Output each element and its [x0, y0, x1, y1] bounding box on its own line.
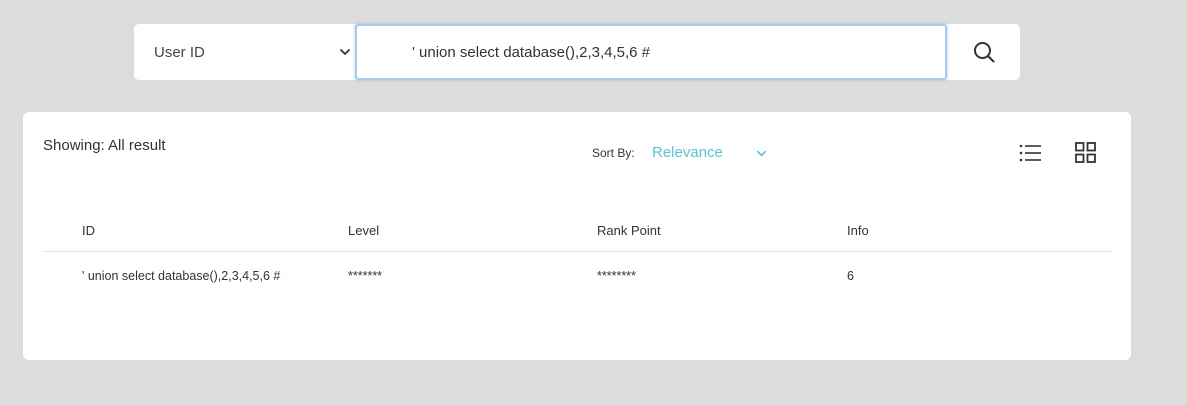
list-view-icon — [1019, 144, 1041, 162]
cell-level: ******* — [348, 269, 383, 283]
cell-id: ' union select database(),2,3,4,5,6 # — [82, 269, 281, 283]
sort-by-label: Sort By: — [592, 146, 635, 160]
search-button[interactable] — [947, 24, 1020, 80]
showing-label: Showing: All result — [43, 137, 166, 154]
results-card: Showing: All result Sort By: Relevance I… — [23, 112, 1131, 360]
grid-view-icon — [1075, 142, 1096, 163]
cell-rank-point: ******** — [597, 269, 636, 283]
grid-view-button[interactable] — [1074, 141, 1098, 165]
search-input[interactable] — [355, 24, 947, 80]
column-header-info: Info — [847, 223, 869, 238]
search-icon — [973, 42, 994, 63]
cell-info: 6 — [847, 269, 854, 283]
table-row[interactable]: ' union select database(),2,3,4,5,6 # **… — [43, 253, 1112, 303]
chevron-down-icon — [340, 49, 350, 55]
chevron-down-icon — [757, 150, 766, 157]
sort-by-select[interactable]: Relevance — [652, 144, 770, 164]
column-header-id: ID — [82, 223, 95, 238]
sort-by-value: Relevance — [652, 144, 723, 161]
column-header-rank-point: Rank Point — [597, 223, 661, 238]
search-bar: User ID — [134, 24, 1020, 80]
search-filter-select[interactable]: User ID — [134, 24, 355, 80]
search-filter-value: User ID — [154, 43, 205, 61]
table-header: ID Level Rank Point Info — [43, 216, 1112, 252]
list-view-button[interactable] — [1019, 142, 1043, 164]
column-header-level: Level — [348, 223, 380, 238]
